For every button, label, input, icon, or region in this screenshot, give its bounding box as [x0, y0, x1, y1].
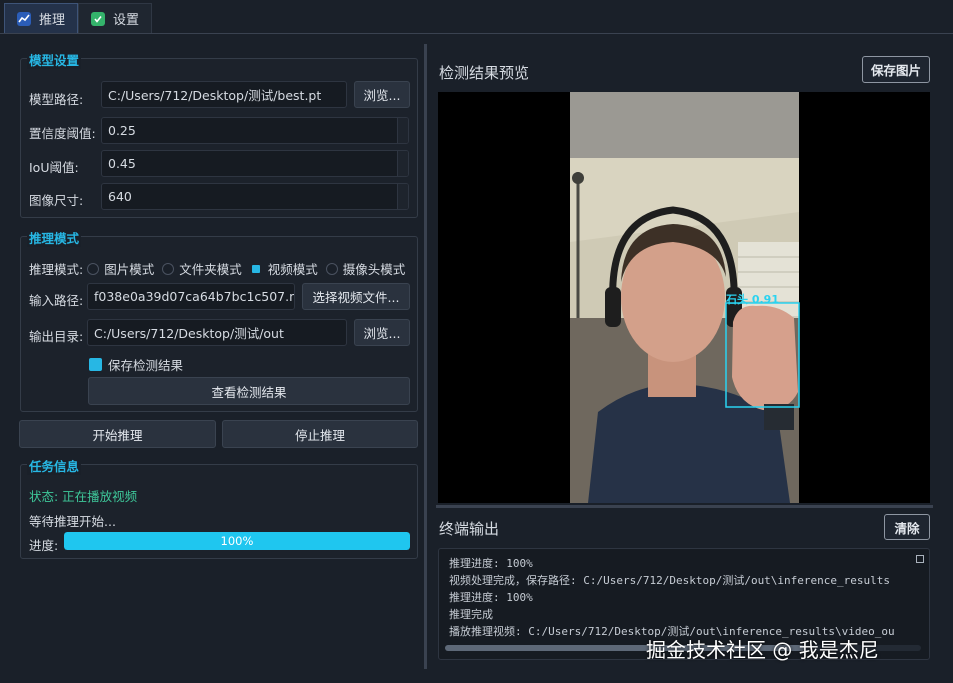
- tab-settings-label: 设置: [113, 13, 140, 28]
- progress-bar: 100%: [64, 532, 410, 550]
- radio-video-mode-label[interactable]: 视频模式: [268, 259, 318, 278]
- image-size-value: 640: [108, 189, 132, 204]
- conf-threshold-field[interactable]: 0.25: [101, 117, 409, 144]
- checkbox-icon: [91, 11, 106, 26]
- iou-threshold-label: IoU阈值:: [29, 160, 79, 175]
- status-message: 等待推理开始...: [29, 514, 116, 529]
- terminal-line: 视频处理完成，保存路径: C:/Users/712/Desktop/测试/out…: [449, 574, 891, 587]
- stop-inference-button[interactable]: 停止推理: [222, 420, 418, 448]
- model-path-field[interactable]: C:/Users/712/Desktop/测试/best.pt: [101, 81, 347, 108]
- model-path-label: 模型路径:: [29, 92, 84, 107]
- radio-folder-mode-label[interactable]: 文件夹模式: [179, 259, 242, 278]
- tab-inference[interactable]: 推理: [4, 3, 79, 33]
- panel-splitter[interactable]: [424, 44, 427, 669]
- radio-folder-mode[interactable]: [162, 262, 175, 275]
- image-size-spin-buttons[interactable]: [397, 184, 408, 209]
- image-size-field[interactable]: 640: [101, 183, 409, 210]
- scroll-corner-icon[interactable]: [916, 555, 924, 563]
- radio-video-mode[interactable]: [251, 264, 260, 273]
- terminal-title: 终端输出: [439, 520, 500, 538]
- detection-label: 石头 0.91: [726, 293, 779, 306]
- tab-inference-label: 推理: [39, 13, 66, 28]
- select-video-button[interactable]: 选择视频文件...: [302, 283, 410, 310]
- terminal-line: 推理完成: [449, 608, 493, 621]
- progress-label: 进度:: [29, 538, 59, 553]
- inference-mode-group: 推理模式 推理模式: 图片模式 文件夹模式 视频模式 摄像头模式 输入路径: f…: [20, 228, 418, 412]
- detection-preview: 石头 0.91: [438, 92, 930, 503]
- tab-bar: 推理 设置: [0, 0, 953, 34]
- progress-percentage: 100%: [220, 534, 254, 548]
- task-info-group: 任务信息 状态: 正在播放视频 等待推理开始... 进度: 100%: [20, 456, 418, 559]
- task-info-title: 任务信息: [27, 456, 82, 475]
- save-results-row[interactable]: 保存检测结果: [89, 355, 183, 374]
- model-settings-group: 模型设置 模型路径: C:/Users/712/Desktop/测试/best.…: [20, 50, 418, 218]
- radio-image-mode-label[interactable]: 图片模式: [104, 259, 154, 278]
- output-dir-field[interactable]: C:/Users/712/Desktop/测试/out: [87, 319, 347, 346]
- iou-threshold-field[interactable]: 0.45: [101, 150, 409, 177]
- terminal-line: 推理进度: 100%: [449, 557, 533, 570]
- inference-mode-title: 推理模式: [27, 228, 82, 247]
- mode-label: 推理模式:: [29, 262, 84, 277]
- save-results-checkbox[interactable]: [89, 358, 102, 371]
- model-browse-button[interactable]: 浏览...: [354, 81, 410, 108]
- iou-threshold-value: 0.45: [108, 156, 136, 171]
- save-results-label[interactable]: 保存检测结果: [108, 355, 183, 374]
- video-frame: [570, 92, 800, 503]
- input-path-label: 输入路径:: [29, 293, 84, 308]
- iou-spin-buttons[interactable]: [397, 151, 408, 176]
- preview-terminal-splitter[interactable]: [436, 505, 933, 508]
- view-results-button[interactable]: 查看检测结果: [88, 377, 410, 405]
- conf-spin-buttons[interactable]: [397, 118, 408, 143]
- tab-settings[interactable]: 设置: [78, 3, 153, 33]
- save-image-button[interactable]: 保存图片: [862, 56, 930, 83]
- preview-title: 检测结果预览: [439, 64, 530, 82]
- output-browse-button[interactable]: 浏览...: [354, 319, 410, 346]
- model-settings-title: 模型设置: [27, 50, 82, 69]
- radio-camera-mode[interactable]: [325, 262, 338, 275]
- radio-image-mode[interactable]: [87, 262, 100, 275]
- conf-threshold-label: 置信度阈值:: [29, 126, 96, 141]
- start-inference-button[interactable]: 开始推理: [19, 420, 216, 448]
- status-text: 状态: 正在播放视频: [29, 489, 138, 504]
- clear-button[interactable]: 清除: [884, 514, 930, 540]
- radio-camera-mode-label[interactable]: 摄像头模式: [343, 259, 406, 278]
- conf-threshold-value: 0.25: [108, 123, 136, 138]
- terminal-line: 推理进度: 100%: [449, 591, 533, 604]
- input-path-field[interactable]: f038e0a39d07ca64b7bc1c507.mp4: [87, 283, 295, 310]
- output-dir-label: 输出目录:: [29, 329, 84, 344]
- mode-radio-row: 推理模式: 图片模式 文件夹模式 视频模式 摄像头模式: [29, 259, 405, 278]
- watermark-text: 掘金技术社区 @ 我是杰尼: [646, 638, 879, 662]
- image-size-label: 图像尺寸:: [29, 193, 84, 208]
- chart-icon: [17, 11, 31, 26]
